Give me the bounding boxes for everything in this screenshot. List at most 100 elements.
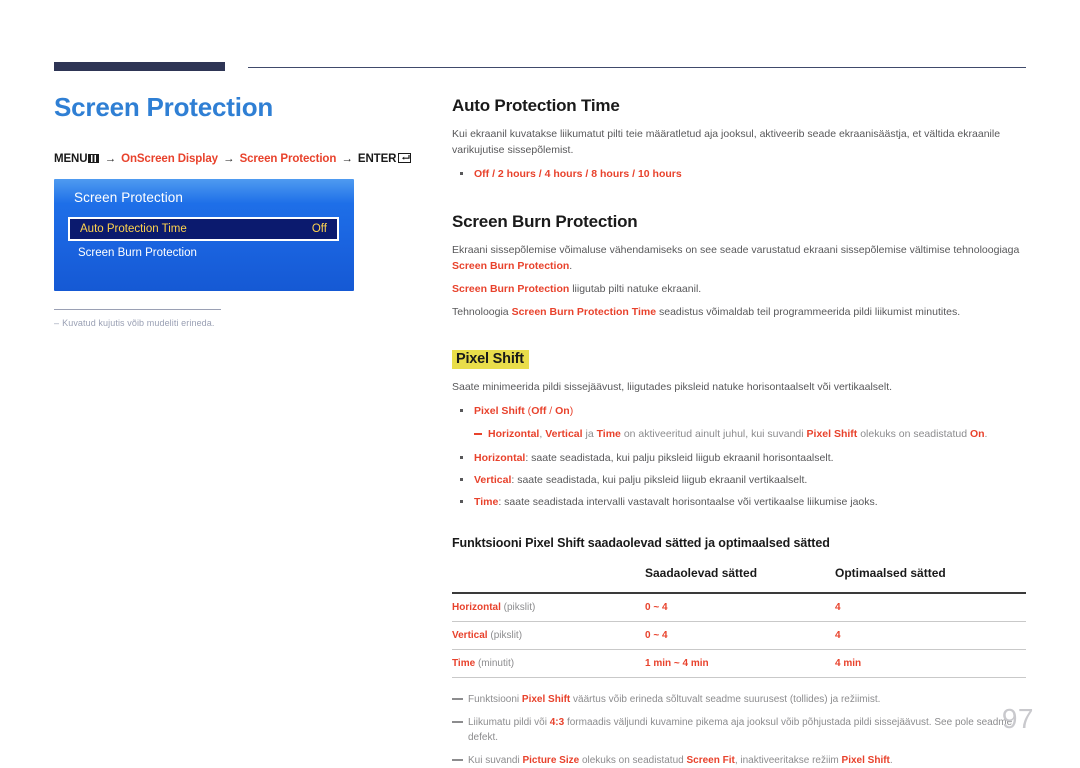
fn3-c: olekuks on seadistatud [579,755,687,766]
footnote-2: Liikumatu pildi või 4:3 formaadis väljun… [452,715,1026,745]
fn3-term-picture-size: Picture Size [522,755,580,766]
table-header-available: Saadaolevad sätted [645,566,758,580]
fn3-term-screen-fit: Screen Fit [686,755,735,766]
auto-protection-time-options: Off / 2 hours / 4 hours / 8 hours / 10 h… [474,168,682,180]
osd-menu-mockup: Screen Protection Auto Protection Time O… [54,179,354,292]
path-arrow-1: → [104,153,117,166]
osd-title: Screen Protection [74,190,184,206]
osd-item-label: Auto Protection Time [80,223,187,236]
detail-desc-horizontal: : saate seadistada, kui palju piksleid l… [525,452,834,464]
detail-desc-vertical: : saate seadistada, kui palju piksleid l… [511,474,808,486]
screen-burn-paragraph-1: Ekraani sissepõlemise võimaluse vähendam… [452,242,1026,274]
pixel-shift-settings-table: Saadaolevad sätted Optimaalsed sätted Ho… [452,560,1026,678]
footnote-dash-icon [452,721,463,723]
row-unit-horizontal: (pikslit) [500,602,536,613]
sbp-p3-a: Tehnoloogia [452,306,512,318]
sbp-p1-a: Ekraani sissepõlemise võimaluse vähendam… [452,244,1020,256]
subnote-term-on: On [969,428,985,440]
row-term-time: Time [452,658,476,669]
list-item: Time: saate seadistada intervalli vastav… [452,494,1026,510]
sbp-p3-c: seadistus võimaldab teil programmeerida … [656,306,961,318]
row-term-horizontal: Horizontal [452,602,501,613]
table-header-optimal: Optimaalsed sätted [835,566,946,580]
sbp-p2-b: liigutab pilti natuke ekraanil. [569,283,702,295]
fn3-term-pixel-shift: Pixel Shift [841,755,890,766]
pixel-shift-term: Pixel Shift [474,405,525,417]
list-item: Vertical: saate seadistada, kui palju pi… [452,472,1026,488]
subnote-term-horizontal: Horizontal [488,428,540,440]
heading-screen-burn-protection: Screen Burn Protection [452,212,638,231]
page-header-rules [54,62,1026,74]
left-note: – Kuvatud kujutis võib mudeliti erineda. [54,318,414,328]
fn3-e: , inaktiveeritakse režiim [734,755,842,766]
table-row: Time (minutit) 1 min ~ 4 min 4 min [452,650,1026,678]
row-label-horizontal: Horizontal (pikslit) [452,593,645,622]
enter-return-icon [398,153,412,164]
table-row: Vertical (pikslit) 0 ~ 4 4 [452,622,1026,650]
sbp-p1-term: Screen Burn Protection [452,260,570,272]
sbp-p3-term: Screen Burn Protection Time [511,306,657,318]
row-available-horizontal: 0 ~ 4 [645,602,668,613]
detail-term-vertical: Vertical [474,474,512,486]
subnote-dash-icon [474,433,482,435]
path-step-onscreen-display: OnScreen Display [121,153,218,166]
fn3-g: . [889,755,893,766]
row-available-vertical: 0 ~ 4 [645,630,668,641]
sbp-p2-term: Screen Burn Protection [452,283,570,295]
table-row: Horizontal (pikslit) 0 ~ 4 4 [452,593,1026,622]
subnote-term-vertical: Vertical [545,428,583,440]
menu-grid-icon [88,154,100,164]
header-accent-bar [54,62,225,71]
row-label-time: Time (minutit) [452,650,645,678]
row-unit-time: (minutit) [475,658,515,669]
heading-auto-protection-time: Auto Protection Time [452,96,620,115]
pixel-shift-paragraph: Saate minimeerida pildi sissejäävust, li… [452,381,893,393]
row-unit-vertical: (pikslit) [487,630,523,641]
detail-term-time: Time [474,496,499,508]
auto-protection-time-options-list: Off / 2 hours / 4 hours / 8 hours / 10 h… [452,166,1026,182]
row-optimal-vertical: 4 [835,630,841,641]
list-item: Off / 2 hours / 4 hours / 8 hours / 10 h… [452,166,1026,182]
spec-table-title: Funktsiooni Pixel Shift saadaolevad sätt… [452,536,830,550]
pixel-shift-subnote: Horizontal, Vertical ja Time on aktiveer… [452,426,1026,442]
pixel-shift-detail-list: Horizontal: saate seadistada, kui palju … [452,450,1026,510]
fn1-term: Pixel Shift [521,694,571,705]
enter-button-label: ENTER [357,153,397,166]
fn2-term: 4:3 [549,717,565,728]
row-optimal-time: 4 min [835,658,862,669]
pixel-shift-option-on: On [555,405,570,417]
pixel-shift-option-list: Pixel Shift (Off / On) [452,403,1026,419]
fn1-a: Funktsiooni [468,694,522,705]
screen-burn-paragraph-3: Tehnoloogia Screen Burn Protection Time … [452,304,1026,320]
fn1-c: väärtus võib erineda sõltuvalt seadme su… [570,694,881,705]
osd-item-screen-burn-protection[interactable]: Screen Burn Protection [78,247,197,259]
page-number: 97 [1001,703,1034,734]
list-item: Pixel Shift (Off / On) [452,403,1026,419]
footnote-list: Funktsiooni Pixel Shift väärtus võib eri… [452,692,1026,768]
right-column: Auto Protection Time Kui ekraanil kuvata… [452,96,1026,768]
osd-item-value: Off [311,223,327,236]
table-header-blank [452,560,645,593]
bullet-dot-icon [460,478,463,481]
bullet-dot-icon [460,172,463,175]
screen-burn-paragraph-2: Screen Burn Protection liigutab pilti na… [452,281,1026,297]
path-arrow-2: → [223,153,235,166]
menu-path-breadcrumb: MENU → OnScreen Display → Screen Protect… [54,153,414,165]
pixel-shift-paren-close: ) [569,405,574,417]
header-divider-line [248,67,1026,68]
path-step-screen-protection: Screen Protection [239,153,337,166]
bullet-dot-icon [460,500,463,503]
subnote-s3: on aktiveeritud ainult juhul, kui suvand… [620,428,807,440]
subnote-s2: ja [582,428,597,440]
auto-protection-time-paragraph: Kui ekraanil kuvatakse liikumatut pilti … [452,128,1001,156]
row-optimal-horizontal: 4 [835,602,841,613]
sbp-p1-c: . [569,260,573,272]
page-title: Screen Protection [54,92,274,122]
footnote-1: Funktsiooni Pixel Shift väärtus võib eri… [452,692,1026,707]
pixel-shift-option-sep: / [546,405,556,417]
subnote-s4: olekuks on seadistatud [857,428,970,440]
subnote-term-pixel-shift: Pixel Shift [806,428,858,440]
footnote-3: Kui suvandi Picture Size olekuks on sead… [452,753,1026,768]
heading-pixel-shift: Pixel Shift [452,350,529,369]
osd-item-auto-protection-time[interactable]: Auto Protection Time Off [68,217,339,242]
